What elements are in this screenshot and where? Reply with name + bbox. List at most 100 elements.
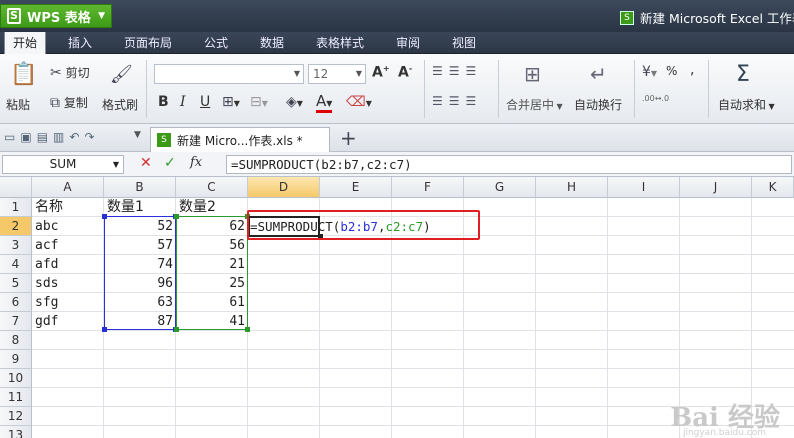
tab-table-style[interactable]: 表格样式 <box>308 32 372 54</box>
currency-button[interactable]: ¥▼ <box>642 64 657 80</box>
shrink-font-button[interactable]: A- <box>398 64 412 81</box>
annotation-highlight-box <box>247 210 480 240</box>
cell-a4[interactable]: afd <box>32 255 104 274</box>
preview-icon[interactable]: ▥ <box>53 130 69 144</box>
italic-button[interactable]: I <box>180 94 186 110</box>
cancel-icon[interactable]: ✕ <box>140 155 152 171</box>
cell-a5[interactable]: sds <box>32 274 104 293</box>
save-icon[interactable]: ▣ <box>20 130 36 144</box>
row-header-11[interactable]: 11 <box>0 388 32 407</box>
name-box[interactable]: SUM ▼ <box>2 155 124 174</box>
autosum-button[interactable]: 自动求和 ▼ <box>718 96 775 113</box>
cell-a2[interactable]: abc <box>32 217 104 236</box>
merge-center-button[interactable]: 合并居中 ▼ <box>506 96 563 113</box>
column-header-g[interactable]: G <box>464 177 536 198</box>
currency-icon: ¥ <box>642 64 651 80</box>
border-grid-icon: ⊞ <box>222 94 234 110</box>
row-header-12[interactable]: 12 <box>0 407 32 426</box>
column-header-d[interactable]: D <box>248 177 320 198</box>
folder-icon[interactable]: ▭ <box>4 130 20 144</box>
row-header-10[interactable]: 10 <box>0 369 32 388</box>
range-handle[interactable] <box>102 327 107 332</box>
increase-decimal-button[interactable]: .00↔.0 <box>642 94 669 103</box>
print-icon[interactable]: ▤ <box>37 130 53 144</box>
tab-data[interactable]: 数据 <box>252 32 292 54</box>
gridline <box>32 387 794 388</box>
cell-a1[interactable]: 名称 <box>32 198 104 217</box>
tab-page-layout[interactable]: 页面布局 <box>116 32 180 54</box>
row-header-2[interactable]: 2 <box>0 217 32 236</box>
font-color-button[interactable]: A▼ <box>316 92 333 113</box>
row-header-7[interactable]: 7 <box>0 312 32 331</box>
bold-button[interactable]: B <box>158 94 169 110</box>
paste-button[interactable]: 📋 <box>10 62 38 87</box>
cell-a6[interactable]: sfg <box>32 293 104 312</box>
tab-insert[interactable]: 插入 <box>60 32 100 54</box>
new-tab-button[interactable]: + <box>340 126 357 150</box>
column-header-i[interactable]: I <box>608 177 680 198</box>
row-header-6[interactable]: 6 <box>0 293 32 312</box>
cell-a7[interactable]: gdf <box>32 312 104 331</box>
cell-b1[interactable]: 数量1 <box>104 198 176 217</box>
vertical-align-buttons[interactable]: ☰☰☰ <box>432 64 482 78</box>
borders-button[interactable]: ⊞▼ <box>222 94 240 110</box>
tab-formulas[interactable]: 公式 <box>196 32 236 54</box>
divider <box>708 60 709 118</box>
grow-font-button[interactable]: A+ <box>372 64 390 81</box>
copy-icon: ⧉ <box>50 95 60 111</box>
row-header-3[interactable]: 3 <box>0 236 32 255</box>
row-header-1[interactable]: 1 <box>0 198 32 217</box>
underline-button[interactable]: U <box>200 94 210 110</box>
row-header-13[interactable]: 13 <box>0 426 32 438</box>
fill-color-button[interactable]: ◈▼ <box>286 94 303 110</box>
range-handle[interactable] <box>245 327 250 332</box>
font-size-select[interactable]: 12 ▼ <box>308 64 366 84</box>
cell-style-button[interactable]: ⊟▼ <box>250 94 268 110</box>
tab-review[interactable]: 审阅 <box>388 32 428 54</box>
customize-toolbar-icon[interactable]: ▼ <box>134 130 141 140</box>
quick-access-toolbar[interactable]: ▭▣▤▥↶↷ <box>4 130 100 144</box>
range-handle[interactable] <box>174 327 179 332</box>
column-header-j[interactable]: J <box>680 177 752 198</box>
percent-button[interactable]: % <box>666 64 677 78</box>
format-painter-button[interactable]: 🖌 <box>110 64 133 85</box>
range-handle[interactable] <box>174 214 179 219</box>
row-header-9[interactable]: 9 <box>0 350 32 369</box>
comma-button[interactable]: , <box>690 62 694 78</box>
column-header-b[interactable]: B <box>104 177 176 198</box>
horizontal-align-buttons[interactable]: ☰☰☰ <box>432 94 482 108</box>
eraser-icon: ⌫ <box>346 94 366 110</box>
clear-format-button[interactable]: ⌫▼ <box>346 94 372 110</box>
window-title-text: 新建 Microsoft Excel 工作表 <box>640 11 794 26</box>
gridline <box>32 349 794 350</box>
row-header-4[interactable]: 4 <box>0 255 32 274</box>
column-header-c[interactable]: C <box>176 177 248 198</box>
range-highlight-b2-b7 <box>102 214 178 332</box>
paste-label: 粘贴 <box>6 98 31 112</box>
column-header-h[interactable]: H <box>536 177 608 198</box>
tab-home[interactable]: 开始 <box>4 32 47 54</box>
select-all-corner[interactable] <box>0 177 32 198</box>
copy-button[interactable]: ⧉ 复制 <box>50 94 88 111</box>
cell-a3[interactable]: acf <box>32 236 104 255</box>
row-header-8[interactable]: 8 <box>0 331 32 350</box>
column-header-e[interactable]: E <box>320 177 392 198</box>
cell-c1[interactable]: 数量2 <box>176 198 248 217</box>
tab-view[interactable]: 视图 <box>444 32 484 54</box>
column-header-f[interactable]: F <box>392 177 464 198</box>
range-handle[interactable] <box>102 214 107 219</box>
document-tab[interactable]: S 新建 Micro...作表.xls * <box>150 127 330 152</box>
app-menu-button[interactable]: S WPS 表格 ▼ <box>0 4 112 28</box>
redo-icon[interactable]: ↷ <box>84 130 99 144</box>
insert-function-icon[interactable]: fx <box>190 155 202 170</box>
undo-icon[interactable]: ↶ <box>69 130 84 144</box>
column-header-k[interactable]: K <box>752 177 794 198</box>
wrap-text-button[interactable]: 自动换行 <box>574 96 622 113</box>
font-name-select[interactable]: ▼ <box>154 64 304 84</box>
column-header-a[interactable]: A <box>32 177 104 198</box>
confirm-icon[interactable]: ✓ <box>164 155 176 171</box>
formula-input[interactable]: =SUMPRODUCT(b2:b7,c2:c7) <box>226 155 792 174</box>
cut-button[interactable]: ✂ 剪切 <box>50 64 90 81</box>
divider <box>634 60 635 118</box>
row-header-5[interactable]: 5 <box>0 274 32 293</box>
